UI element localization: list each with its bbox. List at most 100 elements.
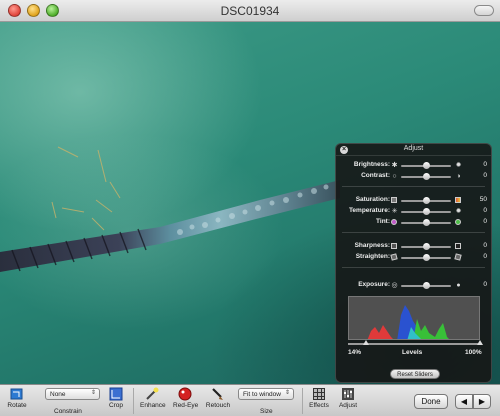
title-bar: DSC01934 <box>0 0 500 22</box>
enhance-button[interactable]: Enhance <box>140 387 166 409</box>
sun-small-icon: ✱ <box>391 162 398 169</box>
arrow-right-icon: ▶ <box>478 397 486 406</box>
temperature-slider[interactable] <box>401 208 451 215</box>
slider-knob[interactable] <box>422 219 430 226</box>
rotate-button[interactable]: Rotate <box>6 387 28 409</box>
magic-wand-icon <box>144 387 160 401</box>
size-value: Fit to window <box>243 391 281 398</box>
divider <box>342 267 485 268</box>
window-title: DSC01934 <box>220 4 280 18</box>
levels-black-value: 14% <box>348 349 362 356</box>
slider-knob[interactable] <box>422 254 430 261</box>
straighten-slider[interactable] <box>401 254 451 261</box>
snowflake-icon: ✳ <box>391 208 398 215</box>
divider <box>133 388 134 414</box>
effects-label: Effects <box>309 402 329 409</box>
slider-knob[interactable] <box>422 162 430 169</box>
sun-large-icon: ✹ <box>455 162 462 169</box>
sun-warm-icon: ✹ <box>455 208 462 215</box>
sharpness-value: 0 <box>483 242 487 249</box>
arrow-left-icon: ◀ <box>460 397 468 406</box>
tint-value: 0 <box>483 218 487 225</box>
straighten-value: 0 <box>483 253 487 260</box>
brightness-slider[interactable] <box>401 162 451 169</box>
temperature-value: 0 <box>483 207 487 214</box>
next-button[interactable]: ▶ <box>473 394 491 409</box>
contrast-value: 0 <box>483 172 487 179</box>
rotate-icon <box>9 387 25 401</box>
constrain-select[interactable]: None ⇕ <box>45 388 100 400</box>
sharpness-label: Sharpness: <box>354 242 390 249</box>
size-label: Size <box>260 408 273 415</box>
slider-knob[interactable] <box>422 173 430 180</box>
saturation-slider[interactable] <box>401 197 451 204</box>
adjust-sliders-icon <box>340 387 356 401</box>
saturation-low-icon <box>391 197 398 204</box>
sharpness-slider[interactable] <box>401 243 451 250</box>
photo-canvas[interactable]: × Adjust Brightness: ✱ ✹ 0 Contrast: ○ ◑… <box>0 22 500 384</box>
levels-label: Levels <box>402 349 423 356</box>
straighten-label: Straighten: <box>355 253 390 260</box>
temperature-label: Temperature: <box>348 207 390 214</box>
adjust-label: Adjust <box>338 402 358 409</box>
slider-knob[interactable] <box>422 208 430 215</box>
levels-slider[interactable] <box>348 340 483 345</box>
reset-sliders-button[interactable]: Reset Sliders <box>390 369 440 379</box>
landscape-tilt-icon <box>390 253 398 261</box>
aperture-small-icon: ◎ <box>391 282 398 289</box>
aperture-large-icon: ● <box>456 282 461 289</box>
saturation-high-icon <box>455 197 462 204</box>
redeye-button[interactable]: Red-Eye <box>173 387 199 409</box>
landscape-icon <box>454 253 462 261</box>
tint-slider[interactable] <box>401 219 451 226</box>
crop-icon <box>108 387 124 401</box>
slider-knob[interactable] <box>422 197 430 204</box>
divider <box>342 186 485 187</box>
tint-row: Tint: 0 <box>336 216 493 228</box>
retouch-label: Retouch <box>205 402 231 409</box>
slider-knob[interactable] <box>422 282 430 289</box>
straighten-row: Straighten: 0 <box>336 251 493 263</box>
levels-black-point[interactable] <box>363 340 370 345</box>
done-button[interactable]: Done <box>414 394 448 409</box>
soft-square-icon <box>391 243 398 250</box>
levels-white-point[interactable] <box>477 340 483 345</box>
crop-label: Crop <box>108 402 124 409</box>
divider <box>342 232 485 233</box>
slider-knob[interactable] <box>422 243 430 250</box>
rotate-label: Rotate <box>7 402 27 409</box>
levels-white-value: 100% <box>465 349 482 356</box>
retouch-button[interactable]: Retouch <box>205 387 231 409</box>
bottom-toolbar: Rotate None ⇕ Constrain Crop Enhance Red… <box>0 384 500 416</box>
previous-button[interactable]: ◀ <box>455 394 473 409</box>
saturation-value: 50 <box>479 196 487 203</box>
levels-histogram <box>348 296 480 340</box>
toolbar-toggle-button[interactable] <box>474 5 494 16</box>
saturation-label: Saturation: <box>355 196 390 203</box>
circle-outline-icon: ○ <box>392 173 397 180</box>
brightness-label: Brightness: <box>353 161 390 168</box>
half-circle-icon: ◑ <box>456 173 461 180</box>
constrain-value: None <box>50 391 66 398</box>
brightness-value: 0 <box>483 161 487 168</box>
adjust-panel: × Adjust Brightness: ✱ ✹ 0 Contrast: ○ ◑… <box>335 143 492 383</box>
tint-label: Tint: <box>376 218 390 225</box>
exposure-label: Exposure: <box>358 281 390 288</box>
contrast-slider[interactable] <box>401 173 451 180</box>
redeye-label: Red-Eye <box>173 402 199 409</box>
adjust-panel-header: × Adjust <box>336 144 491 156</box>
enhance-label: Enhance <box>140 402 166 409</box>
chevron-updown-icon: ⇕ <box>90 390 96 396</box>
crop-button[interactable]: Crop <box>106 387 126 409</box>
effects-button[interactable]: Effects <box>308 387 330 409</box>
size-select[interactable]: Fit to window ⇕ <box>238 388 294 400</box>
exposure-slider[interactable] <box>401 282 451 289</box>
green-dot-icon <box>455 219 462 226</box>
red-eye-icon <box>177 387 193 401</box>
magenta-dot-icon <box>391 219 398 226</box>
sharp-square-icon <box>455 243 462 250</box>
divider <box>302 388 303 414</box>
exposure-value: 0 <box>483 281 487 288</box>
adjust-button[interactable]: Adjust <box>336 387 360 409</box>
exposure-row: Exposure: ◎ ● 0 <box>336 279 493 291</box>
